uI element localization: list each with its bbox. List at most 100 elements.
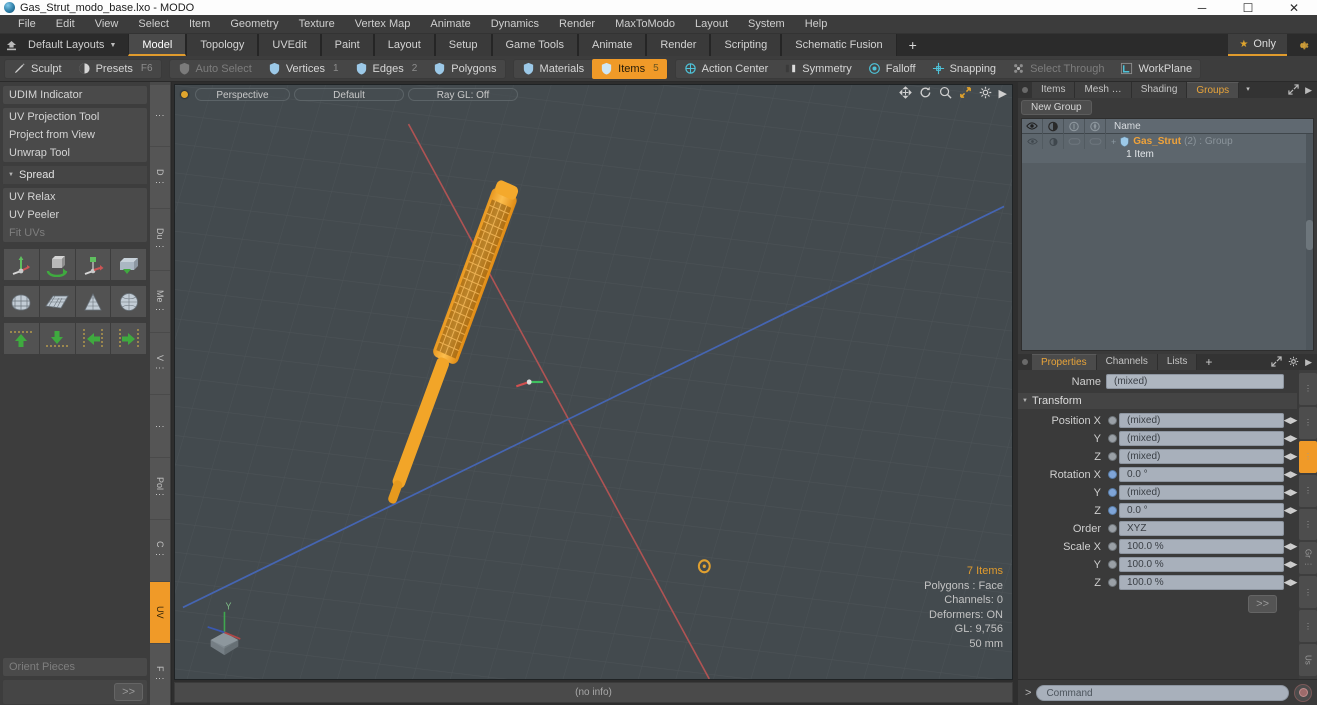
- vtab-5[interactable]: ⋮: [150, 395, 170, 457]
- uv-align-down-icon[interactable]: [39, 323, 75, 354]
- groups-scrollbar[interactable]: [1306, 134, 1313, 350]
- tab-mesh[interactable]: Mesh …: [1075, 82, 1132, 98]
- orient-pieces-item[interactable]: Orient Pieces: [3, 658, 147, 676]
- udim-indicator-item[interactable]: UDIM Indicator: [3, 86, 147, 104]
- fit-uvs-item[interactable]: Fit UVs: [3, 224, 147, 242]
- falloff-button[interactable]: Falloff: [860, 60, 924, 78]
- row-lock-toggle[interactable]: [1064, 134, 1085, 149]
- expand-icon[interactable]: [1271, 355, 1282, 369]
- select-through-button[interactable]: Select Through: [1004, 60, 1112, 78]
- name-field[interactable]: (mixed): [1106, 374, 1284, 389]
- transform-section-header[interactable]: Transform: [1018, 393, 1297, 409]
- ptab-side-groups[interactable]: Gr ⋮: [1299, 542, 1317, 575]
- command-input[interactable]: Command: [1036, 684, 1289, 701]
- order-dropdown[interactable]: XYZ: [1119, 521, 1284, 536]
- menu-render[interactable]: Render: [549, 15, 605, 34]
- tab-channels[interactable]: Channels: [1096, 354, 1158, 370]
- spread-section-header[interactable]: Spread: [3, 166, 147, 184]
- vtab-deform[interactable]: D ⋮: [150, 147, 170, 209]
- gear-icon[interactable]: [1287, 34, 1317, 56]
- vtab-uv[interactable]: UV: [150, 581, 170, 643]
- record-icon[interactable]: [1294, 683, 1312, 702]
- render-icon[interactable]: [1043, 118, 1064, 134]
- table-row[interactable]: + Gas_Strut (2) : Group: [1022, 134, 1313, 149]
- scale-x-toggle[interactable]: [1106, 542, 1119, 551]
- symmetry-button[interactable]: Symmetry: [776, 60, 860, 78]
- tab-paint[interactable]: Paint: [320, 34, 374, 56]
- rotation-y-spinner[interactable]: ◀▶: [1284, 487, 1298, 498]
- ptab-side-0[interactable]: ⋮: [1299, 373, 1317, 405]
- minimize-button[interactable]: ─: [1179, 0, 1225, 15]
- vtab-mesh[interactable]: Me ⋮: [150, 271, 170, 333]
- uv-unwrap-box-icon[interactable]: [111, 249, 146, 280]
- rotate-icon[interactable]: [919, 86, 932, 102]
- menu-maxtomodo[interactable]: MaxToModo: [605, 15, 685, 34]
- rotation-y-toggle[interactable]: [1106, 488, 1119, 497]
- position-y-field[interactable]: (mixed): [1119, 431, 1284, 446]
- position-z-spinner[interactable]: ◀▶: [1284, 451, 1298, 462]
- ptab-side-users[interactable]: Us: [1299, 644, 1317, 677]
- menu-edit[interactable]: Edit: [46, 15, 85, 34]
- uv-align-right-icon[interactable]: [111, 323, 146, 354]
- rotation-y-field[interactable]: (mixed): [1119, 485, 1284, 500]
- tab-game-tools[interactable]: Game Tools: [491, 34, 578, 56]
- group-row-label[interactable]: + Gas_Strut (2) : Group: [1106, 136, 1313, 147]
- viewport-raygl-toggle[interactable]: Ray GL: Off: [408, 87, 518, 101]
- viewport-view-mode[interactable]: Perspective: [195, 87, 290, 101]
- fit-icon[interactable]: [959, 86, 972, 102]
- more-tools-button[interactable]: >>: [114, 683, 143, 701]
- row-select-toggle[interactable]: [1085, 134, 1106, 149]
- menu-geometry[interactable]: Geometry: [220, 15, 288, 34]
- presets-button[interactable]: Presets F6: [70, 60, 161, 78]
- position-x-field[interactable]: (mixed): [1119, 413, 1284, 428]
- select-icon[interactable]: [1085, 118, 1106, 134]
- chevron-right-icon[interactable]: ▶: [1305, 85, 1312, 96]
- chevron-right-icon[interactable]: ▶: [999, 88, 1007, 100]
- scale-x-field[interactable]: 100.0 %: [1119, 539, 1284, 554]
- lock-icon[interactable]: [1064, 118, 1085, 134]
- properties-menu-dot[interactable]: [1018, 354, 1032, 370]
- tab-uvedit[interactable]: UVEdit: [258, 34, 321, 56]
- chevron-right-icon[interactable]: ▶: [1305, 357, 1312, 368]
- menu-view[interactable]: View: [85, 15, 129, 34]
- unwrap-tool-item[interactable]: Unwrap Tool: [3, 144, 147, 162]
- ptab-side-4[interactable]: ⋮: [1299, 508, 1317, 541]
- position-x-toggle[interactable]: [1106, 416, 1119, 425]
- edges-button[interactable]: Edges 2: [347, 60, 426, 78]
- polygons-button[interactable]: Polygons: [425, 60, 504, 78]
- gear-icon[interactable]: [1288, 356, 1299, 369]
- tab-schematic-fusion[interactable]: Schematic Fusion: [781, 34, 897, 56]
- materials-button[interactable]: Materials: [514, 60, 593, 78]
- rotation-x-field[interactable]: 0.0 °: [1119, 467, 1284, 482]
- order-toggle[interactable]: [1106, 524, 1119, 533]
- new-group-button[interactable]: New Group: [1021, 100, 1092, 115]
- tab-layout[interactable]: Layout: [373, 34, 435, 56]
- tab-lists[interactable]: Lists: [1157, 354, 1198, 370]
- ptab-side-3[interactable]: ⋮: [1299, 474, 1317, 507]
- tab-animate[interactable]: Animate: [578, 34, 647, 56]
- menu-file[interactable]: File: [8, 15, 46, 34]
- tab-scripting[interactable]: Scripting: [710, 34, 782, 56]
- rotation-z-spinner[interactable]: ◀▶: [1284, 505, 1298, 516]
- close-button[interactable]: ✕: [1271, 0, 1317, 15]
- vtab-vertex[interactable]: V ⋮: [150, 333, 170, 395]
- vtab-0[interactable]: ⋮: [150, 85, 170, 147]
- vtab-duplicate[interactable]: Du ⋮: [150, 209, 170, 271]
- menu-layout[interactable]: Layout: [685, 15, 738, 34]
- menu-vertex-map[interactable]: Vertex Map: [345, 15, 421, 34]
- add-tab-button[interactable]: +: [897, 34, 929, 56]
- properties-more-button[interactable]: >>: [1248, 595, 1277, 613]
- position-y-toggle[interactable]: [1106, 434, 1119, 443]
- tab-items[interactable]: Items: [1032, 82, 1076, 98]
- action-center-button[interactable]: Action Center: [676, 60, 777, 78]
- tab-setup[interactable]: Setup: [434, 34, 492, 56]
- uv-cube-rotate-icon[interactable]: [39, 249, 75, 280]
- scale-x-spinner[interactable]: ◀▶: [1284, 541, 1298, 552]
- rotation-z-field[interactable]: 0.0 °: [1119, 503, 1284, 518]
- scale-z-field[interactable]: 100.0 %: [1119, 575, 1284, 590]
- items-button[interactable]: Items 5: [592, 58, 667, 79]
- project-from-view-item[interactable]: Project from View: [3, 126, 147, 144]
- rotation-x-toggle[interactable]: [1106, 470, 1119, 479]
- uv-relax-item[interactable]: UV Relax: [3, 188, 147, 206]
- workplane-button[interactable]: WorkPlane: [1112, 60, 1200, 78]
